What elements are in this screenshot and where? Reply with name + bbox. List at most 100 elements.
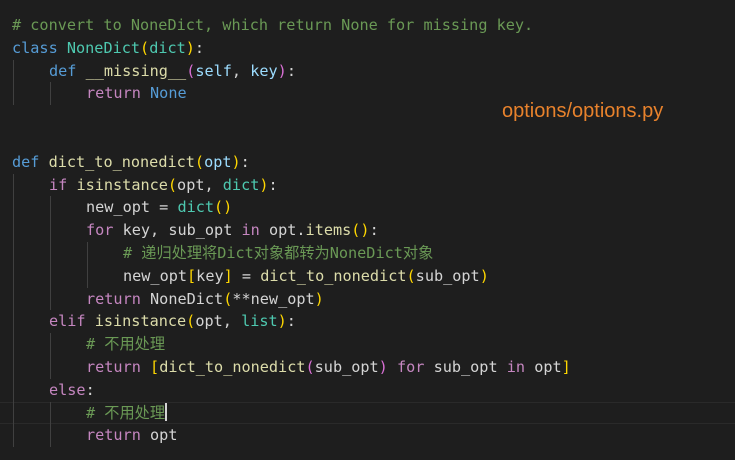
punctuation-token: : (286, 312, 296, 331)
code-text: return opt (86, 424, 177, 447)
variable-token: key (196, 266, 224, 285)
bracket-token: ) (231, 152, 241, 171)
control-keyword-token: elif (49, 312, 86, 331)
punctuation-token: : (268, 175, 278, 194)
code-text: if isinstance(opt, dict): (49, 174, 278, 197)
variable-token: new_opt (123, 266, 188, 285)
keyword-token: def (12, 152, 40, 171)
punctuation-token: , (150, 221, 169, 240)
variable-token: key (122, 221, 151, 240)
punctuation-token: : (286, 61, 296, 80)
variable-token: sub_opt (415, 266, 480, 285)
code-text: def __missing__(self, key): (49, 60, 296, 83)
indent-guide (50, 196, 51, 220)
class-name-token: NoneDict (66, 38, 141, 57)
control-keyword-token: return (86, 84, 141, 103)
bracket-token: () (214, 198, 233, 217)
control-keyword-token: in (506, 358, 526, 376)
comment-token: # convert to NoneDict, which return None… (12, 16, 534, 34)
bracket-token: ( (406, 266, 416, 285)
code-line[interactable]: return NoneDict(**new_opt) (0, 287, 735, 311)
keyword-token: def (49, 61, 77, 80)
bracket-token: ) (479, 266, 489, 285)
parameter-token: opt (204, 152, 232, 171)
comment-token: # 递归处理将Dict对象都转为NoneDict对象 (123, 244, 434, 262)
indent-guide (87, 264, 88, 288)
indent-guide (50, 424, 51, 448)
code-line[interactable]: class NoneDict(dict): (0, 37, 735, 60)
indent-guide (13, 378, 14, 402)
variable-token: opt (195, 312, 223, 331)
indent-guide (13, 264, 14, 288)
bracket-token: ) (277, 312, 287, 331)
bracket-token: ) (185, 38, 195, 57)
comment-token: # 不用处理 (86, 335, 166, 354)
indent-guide (13, 242, 14, 265)
code-line[interactable]: new_opt[key] = dict_to_nonedict(sub_opt) (0, 264, 735, 288)
code-line[interactable]: def __missing__(self, key): (0, 59, 735, 83)
indent-guide (13, 59, 14, 83)
operator-token: = (150, 198, 178, 217)
code-line[interactable] (0, 128, 735, 151)
keyword-token: None (150, 84, 187, 103)
indent-guide (87, 242, 88, 265)
code-line[interactable]: new_opt = dict() (0, 196, 735, 220)
code-line[interactable]: if isinstance(opt, dict): (0, 173, 735, 197)
indent-guide (50, 356, 51, 379)
indent-guide (13, 196, 14, 220)
code-line[interactable]: # 不用处理 (0, 333, 735, 356)
code-line[interactable]: def dict_to_nonedict(opt): (0, 151, 735, 174)
code-editor[interactable]: # convert to NoneDict, which return None… (0, 0, 735, 460)
code-line[interactable]: return [dict_to_nonedict(sub_opt) for su… (0, 356, 735, 379)
code-line[interactable]: for key, sub_opt in opt.items(): (0, 219, 735, 242)
variable-token: new_opt (250, 289, 315, 308)
builtin-token: dict (177, 198, 215, 217)
control-keyword-token: if (49, 175, 68, 194)
code-line[interactable]: return opt (0, 424, 735, 448)
punctuation-token: . (296, 221, 306, 240)
indent-guide (50, 264, 51, 288)
control-keyword-token: for (396, 358, 425, 376)
control-keyword-token: return (86, 358, 141, 376)
indent-guide (50, 242, 51, 265)
bracket-token: ) (277, 61, 287, 80)
indent-guide (50, 333, 51, 356)
control-keyword-token: return (86, 289, 141, 308)
variable-token: opt (268, 221, 297, 240)
indent-guide (13, 401, 14, 425)
bracket-token: ( (167, 175, 178, 194)
code-text: new_opt[key] = dict_to_nonedict(sub_opt) (123, 265, 489, 288)
builtin-token: dict (222, 175, 260, 194)
builtin-token: dict (149, 38, 186, 57)
code-text: for key, sub_opt in opt.items(): (86, 219, 379, 242)
variable-token: NoneDict (150, 289, 224, 308)
code-line[interactable]: else: (0, 378, 735, 402)
comment-token: # 不用处理 (86, 403, 166, 422)
operator-token: = (232, 266, 261, 285)
indent-guide (13, 82, 14, 106)
indent-guide (50, 219, 51, 242)
function-name-token: isinstance (94, 312, 187, 331)
code-line[interactable]: # 递归处理将Dict对象都转为NoneDict对象 (0, 242, 735, 265)
bracket-token: ( (140, 38, 150, 57)
indent-guide (50, 287, 51, 311)
indent-guide (13, 356, 14, 379)
code-text: class NoneDict(dict): (12, 37, 204, 60)
indent-guide (13, 173, 14, 197)
code-line[interactable]: elif isinstance(opt, list): (0, 310, 735, 334)
bracket-token: [ (150, 358, 160, 376)
code-text: # 递归处理将Dict对象都转为NoneDict对象 (123, 242, 433, 265)
code-text: return None (86, 82, 187, 105)
code-line[interactable]: # 不用处理 (0, 401, 735, 425)
code-line[interactable]: # convert to NoneDict, which return None… (0, 14, 735, 37)
